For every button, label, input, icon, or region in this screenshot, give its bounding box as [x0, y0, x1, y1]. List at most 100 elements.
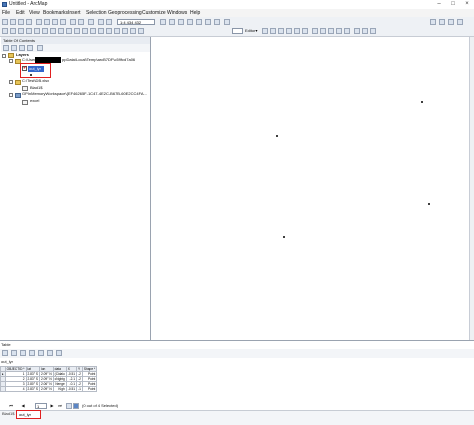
straight-segment-icon[interactable]	[278, 28, 284, 34]
menu-file[interactable]: File	[2, 9, 10, 17]
map-scrollbar[interactable]	[469, 37, 474, 340]
folder1-expander[interactable]	[9, 59, 13, 63]
pan-tool-icon[interactable]	[18, 28, 24, 34]
editor-toolbar-icon[interactable]	[160, 19, 166, 25]
cut-icon[interactable]	[36, 19, 42, 25]
save-icon[interactable]	[18, 19, 24, 25]
model-builder-icon[interactable]	[214, 19, 220, 25]
fixed-zoom-in-icon[interactable]	[34, 28, 40, 34]
cut-polygons-icon[interactable]	[328, 28, 334, 34]
edit-vertices-icon[interactable]	[312, 28, 318, 34]
open-icon[interactable]	[10, 19, 16, 25]
full-extent-icon[interactable]	[26, 28, 32, 34]
python-icon[interactable]	[205, 19, 211, 25]
pause-drawing-icon[interactable]	[457, 19, 463, 25]
redo-icon[interactable]	[78, 19, 84, 25]
zoom-in-icon[interactable]	[98, 19, 104, 25]
viewer-window-icon[interactable]	[138, 28, 144, 34]
tab-out-lyr[interactable]: out_lyr	[16, 410, 41, 419]
menu-edit[interactable]: Edit	[16, 9, 25, 17]
fixed-zoom-out-icon[interactable]	[42, 28, 48, 34]
list-by-visibility-icon[interactable]	[19, 45, 25, 51]
cell[interactable]: 2.80° S	[25, 381, 40, 387]
cell[interactable]: 4	[4, 386, 27, 392]
clear-selection-icon[interactable]	[38, 350, 44, 356]
first-record-icon[interactable]: ⏮	[8, 403, 14, 409]
cell[interactable]: 2.09° N	[39, 386, 54, 392]
column-header[interactable]: OBJECTID *	[4, 366, 27, 372]
map-point[interactable]	[283, 236, 285, 238]
cell[interactable]: Point	[81, 386, 98, 392]
close-button[interactable]: ×	[460, 0, 474, 9]
table-options-icon[interactable]	[2, 350, 8, 356]
map-point[interactable]	[421, 101, 423, 103]
cell[interactable]: 2.06° N	[39, 381, 54, 387]
next-extent-icon[interactable]	[58, 28, 64, 34]
go-to-xy-icon[interactable]	[122, 28, 128, 34]
cell[interactable]: Kigh	[52, 386, 67, 392]
select-features-icon[interactable]	[66, 28, 72, 34]
add-data-icon[interactable]	[88, 19, 94, 25]
workspace-path[interactable]: GPInMemoryWorkspace\{EF46265F-1C47-4E2C-…	[22, 91, 147, 97]
clear-selection-icon[interactable]	[74, 28, 80, 34]
list-by-drawing-order-icon[interactable]	[3, 45, 9, 51]
select-elements-icon[interactable]	[82, 28, 88, 34]
hyperlink-icon[interactable]	[98, 28, 104, 34]
edit-annotation-icon[interactable]	[270, 28, 276, 34]
previous-extent-icon[interactable]	[50, 28, 56, 34]
time-slider-icon[interactable]	[130, 28, 136, 34]
cell[interactable]: -0.51	[65, 371, 78, 377]
cell[interactable]: 2.83° S	[25, 376, 40, 382]
layers-expander[interactable]	[2, 54, 6, 58]
cell[interactable]: Nenge	[52, 381, 67, 387]
identify-icon[interactable]	[90, 28, 96, 34]
menu-customize[interactable]: Customize	[142, 9, 166, 17]
cell[interactable]: 2.83° S	[25, 386, 40, 392]
previous-record-icon[interactable]: ◀	[20, 403, 26, 409]
folder2-expander[interactable]	[9, 80, 13, 84]
folder1-path[interactable]: ppData\Local\Temp\arcB7DF\c59fcd7a06	[62, 57, 135, 63]
table-row[interactable]: 4 2.83° S 2.09° N Kigh -0.51 -1 Point	[0, 386, 98, 392]
menu-geoprocessing[interactable]: Geoprocessing	[108, 9, 142, 17]
find-icon[interactable]	[114, 28, 120, 34]
delete-icon[interactable]	[60, 19, 66, 25]
table-excel[interactable]: excel	[30, 98, 39, 104]
cell[interactable]: cNghtg	[52, 376, 67, 382]
zoom-to-selected-icon[interactable]	[47, 350, 53, 356]
editor-dropdown-box[interactable]	[232, 28, 243, 34]
menu-insert[interactable]: Insert	[68, 9, 81, 17]
select-by-attributes-icon[interactable]	[20, 350, 26, 356]
out-lyr-checkbox[interactable]: ✔	[22, 65, 27, 71]
paste-icon[interactable]	[52, 19, 58, 25]
edit-tool-icon[interactable]	[262, 28, 268, 34]
split-icon[interactable]	[336, 28, 342, 34]
catalog-icon[interactable]	[178, 19, 184, 25]
menu-selection[interactable]: Selection	[86, 9, 107, 17]
last-record-icon[interactable]: ⏭	[57, 403, 63, 409]
folder2-path[interactable]: C:\Test\DB.xlsx	[22, 78, 49, 84]
map-scale-input[interactable]: 1:4 434 432	[117, 19, 155, 25]
maximize-button[interactable]: □	[446, 0, 460, 9]
list-by-selection-icon[interactable]	[27, 45, 33, 51]
attributes-icon[interactable]	[354, 28, 360, 34]
related-tables-icon[interactable]	[11, 350, 17, 356]
print-icon[interactable]	[26, 19, 32, 25]
layout-view-icon[interactable]	[430, 19, 436, 25]
cell[interactable]: 2.83° S	[25, 371, 40, 377]
end-point-arc-icon[interactable]	[286, 28, 292, 34]
menu-view[interactable]: View	[29, 9, 40, 17]
sketch-properties-icon[interactable]	[362, 28, 368, 34]
current-record-input[interactable]: 1	[35, 403, 47, 409]
new-map-icon[interactable]	[2, 19, 8, 25]
map-point[interactable]	[428, 203, 430, 205]
switch-selection-icon[interactable]	[29, 350, 35, 356]
minimize-button[interactable]: –	[432, 0, 446, 9]
trace-icon[interactable]	[294, 28, 300, 34]
menu-bookmarks[interactable]: Bookmarks	[43, 9, 68, 17]
cell[interactable]: 2.09° N	[39, 371, 54, 377]
undo-icon[interactable]	[70, 19, 76, 25]
table-of-contents-icon[interactable]	[169, 19, 175, 25]
toc-options-icon[interactable]	[37, 45, 43, 51]
next-record-icon[interactable]: ▶	[49, 403, 55, 409]
cell[interactable]: 2.09° N	[39, 376, 54, 382]
